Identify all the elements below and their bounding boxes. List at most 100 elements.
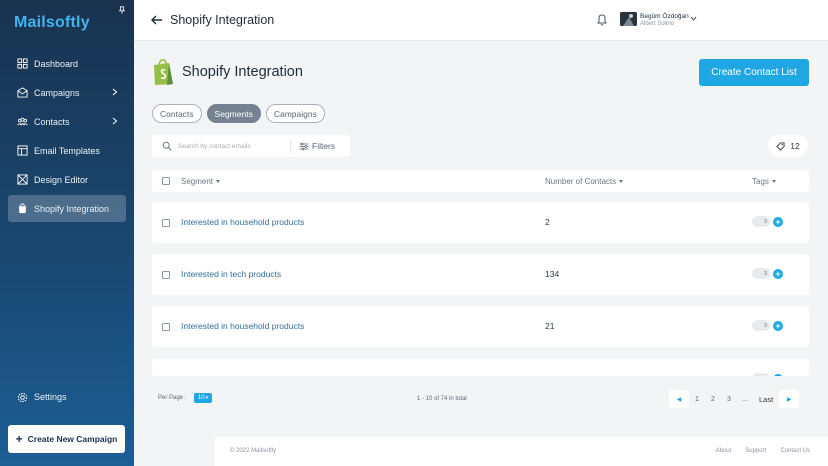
create-contact-list-button[interactable]: Create Contact List: [699, 59, 809, 86]
contact-count: 21: [545, 321, 555, 331]
tag-count-badge[interactable]: 12: [768, 135, 808, 157]
page-title: Shopify Integration: [182, 64, 303, 80]
sidebar-item-shopify-integration[interactable]: Shopify Integration: [8, 195, 126, 222]
segment-name-link[interactable]: Interested in tech products: [181, 269, 281, 279]
add-tag-button[interactable]: [773, 374, 783, 376]
contact-count: 2: [545, 217, 550, 227]
add-tag-button[interactable]: +: [773, 217, 783, 227]
page-numbers: ◀ 1 2 3 ... Last ▶: [669, 390, 800, 408]
shopify-icon: [18, 203, 27, 214]
tag-count-pill[interactable]: [752, 373, 770, 376]
sort-caret-icon: [216, 180, 221, 184]
search-bar: Filters: [152, 135, 350, 157]
avatar[interactable]: [620, 12, 637, 26]
tag-count-pill[interactable]: 3: [752, 216, 770, 227]
divider: [290, 139, 291, 153]
table-row[interactable]: [152, 359, 809, 376]
user-name[interactable]: Begüm Özdoğan: [640, 13, 689, 20]
sidebar-item-settings[interactable]: Settings: [8, 384, 126, 410]
avatar-image: [620, 12, 637, 26]
topbar-title: Shopify Integration: [170, 13, 275, 27]
sliders-icon: [299, 142, 309, 150]
column-header-tags[interactable]: Tags: [752, 177, 776, 186]
create-new-campaign-button[interactable]: + Create New Campaign: [8, 425, 125, 453]
table-row[interactable]: Interested in household products 2 3 +: [152, 202, 809, 243]
sidebar-item-contacts[interactable]: Contacts: [8, 108, 126, 135]
templates-icon: [17, 145, 28, 156]
footer-links: About Support Contact Us: [716, 448, 810, 454]
tag-count-pill[interactable]: 3: [752, 268, 770, 279]
arrow-left-icon[interactable]: [150, 13, 164, 27]
sidebar-item-dashboard[interactable]: Dashboard: [8, 50, 126, 77]
plus-icon: +: [15, 432, 23, 446]
search-input[interactable]: [178, 142, 288, 150]
prev-page-button[interactable]: ◀: [669, 390, 689, 408]
page-ellipsis: ...: [742, 395, 748, 403]
contacts-icon: [17, 117, 28, 126]
column-header-number-of-contacts[interactable]: Number of Contacts: [545, 177, 624, 186]
table-row[interactable]: Interested in tech products 134 3 +: [152, 254, 809, 295]
sidebar-item-label: Dashboard: [34, 58, 79, 69]
page-3-button[interactable]: 3: [721, 390, 737, 408]
select-all-checkbox[interactable]: [162, 177, 170, 185]
sidebar-item-design-editor[interactable]: Design Editor: [8, 166, 126, 193]
tag-count-pill[interactable]: 3: [752, 320, 770, 331]
top-bar: Shopify Integration Begüm Özdoğan Albert…: [134, 0, 828, 41]
pin-icon[interactable]: [118, 6, 126, 14]
footer: © 2022 Mailsoftly About Support Contact …: [215, 437, 828, 466]
segment-name-link[interactable]: Interested in household products: [181, 321, 304, 331]
gear-icon: [17, 392, 28, 402]
sort-caret-icon: [619, 180, 624, 184]
app-logo[interactable]: Mailsoftly: [14, 14, 90, 32]
footer-link-support[interactable]: Support: [745, 448, 766, 454]
row-checkbox[interactable]: [162, 219, 170, 227]
pagination-range: 1 - 10 of 74 in total: [417, 396, 467, 402]
column-header-segment[interactable]: Segment: [181, 177, 221, 186]
page-2-button[interactable]: 2: [705, 390, 721, 408]
sidebar-item-label: Settings: [34, 392, 67, 402]
sidebar-item-label: Design Editor: [34, 174, 89, 185]
chevron-left-icon: ◀: [676, 396, 682, 403]
bell-icon[interactable]: [596, 13, 608, 26]
tab-bar: Contacts Segments Campaigns: [152, 104, 325, 123]
sidebar: Mailsoftly Dashboard Campaigns Contacts …: [0, 0, 134, 466]
sidebar-item-email-templates[interactable]: Email Templates: [8, 137, 126, 164]
add-tag-button[interactable]: +: [773, 321, 783, 331]
next-page-button[interactable]: ▶: [779, 390, 800, 408]
chevron-down-icon[interactable]: [690, 16, 697, 21]
row-checkbox[interactable]: [162, 323, 170, 331]
row-checkbox[interactable]: [162, 271, 170, 279]
pagination-bar: Per Page : 10 ▾ 1 - 10 of 74 in total ◀ 1…: [152, 384, 809, 414]
segment-name-link[interactable]: Interested in household products: [181, 217, 304, 227]
copyright: © 2022 Mailsoftly: [230, 448, 277, 454]
sidebar-item-label: Campaigns: [34, 87, 80, 98]
footer-link-about[interactable]: About: [716, 448, 732, 454]
sidebar-item-label: Shopify Integration: [34, 203, 110, 214]
design-editor-icon: [17, 174, 28, 185]
tag-icon: [776, 141, 785, 151]
filters-button[interactable]: Filters: [299, 141, 335, 151]
footer-link-contact-us[interactable]: Contact Us: [780, 448, 810, 454]
chevron-right-icon: [112, 88, 118, 96]
filters-label: Filters: [312, 141, 336, 151]
sidebar-item-label: Contacts: [34, 116, 70, 127]
last-page-button[interactable]: Last: [753, 390, 779, 408]
sidebar-item-campaigns[interactable]: Campaigns: [8, 79, 126, 106]
page-1-button[interactable]: 1: [689, 390, 705, 408]
table-row[interactable]: Interested in household products 21 3 +: [152, 306, 809, 347]
campaigns-icon: [17, 87, 28, 98]
add-tag-button[interactable]: +: [773, 269, 783, 279]
contact-count: 134: [545, 269, 560, 279]
tab-contacts[interactable]: Contacts: [152, 104, 202, 123]
table-header: Segment Number of Contacts Tags: [152, 170, 809, 192]
sidebar-nav: Dashboard Campaigns Contacts Email Templ…: [8, 50, 126, 224]
tab-segments[interactable]: Segments: [206, 104, 261, 123]
sort-caret-icon: [771, 180, 776, 184]
chevron-right-icon: [112, 117, 118, 125]
shopify-logo-icon: [154, 59, 173, 85]
per-page-select[interactable]: 10 ▾: [194, 393, 212, 403]
tag-count: 12: [790, 141, 800, 151]
tab-campaigns[interactable]: Campaigns: [265, 104, 325, 123]
search-icon: [162, 141, 172, 151]
chevron-down-icon: ▾: [205, 395, 209, 401]
